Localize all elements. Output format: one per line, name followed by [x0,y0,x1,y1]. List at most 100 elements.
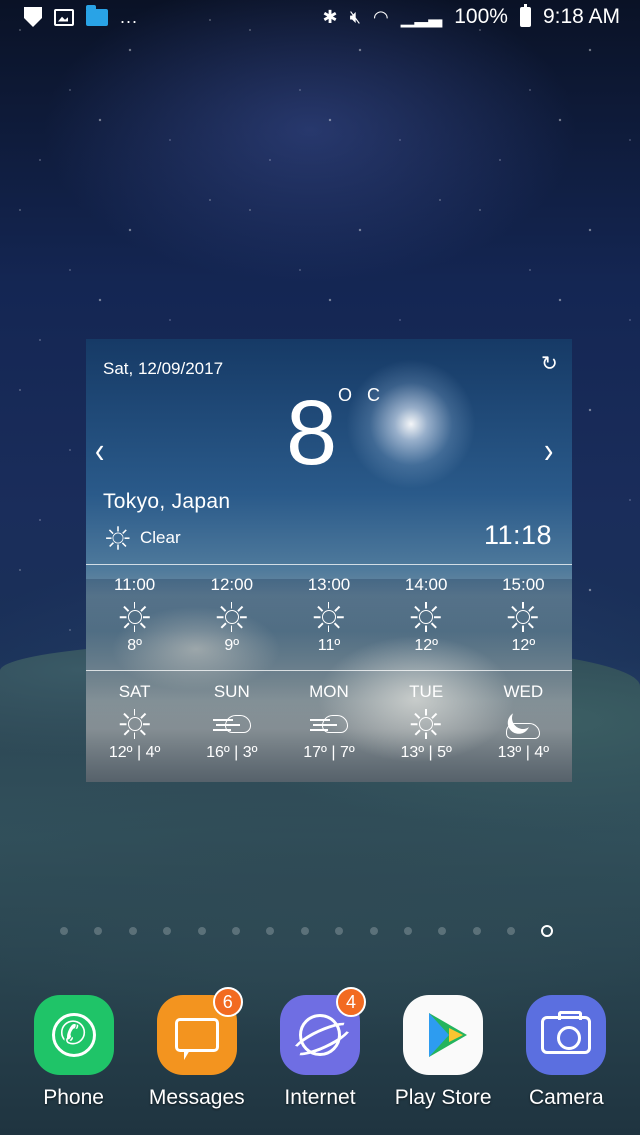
daily-item: WED 13º | 4º [478,682,568,762]
battery-icon [519,4,531,27]
notification-badge: 4 [335,987,366,1017]
sun-icon [216,602,247,632]
page-dot[interactable] [507,927,516,935]
app-label: Play Store [394,1086,492,1109]
page-dot[interactable] [60,927,68,935]
page-dot[interactable] [438,927,447,935]
notification-area[interactable]: ... [24,4,139,28]
folder-icon [86,4,108,26]
day-label: WED [503,682,544,701]
app-internet[interactable]: 4 Internet [265,987,375,1110]
page-dot-active[interactable] [541,925,554,937]
hourly-item: 15:00 12º [478,575,568,655]
hourly-item: 11:00 8º [90,575,180,655]
day-temps: 13º | 4º [497,744,550,761]
location-name: Tokyo, Japan [103,490,231,513]
bluetooth-icon: ✱ [322,6,338,27]
widget-time: 11:18 [484,520,553,550]
page-dot[interactable] [231,927,240,935]
day-label: SUN [213,682,250,701]
clock: 9:18 AM [542,5,620,28]
day-label: MON [309,682,349,701]
app-label: Camera [528,1086,604,1109]
condition-label: Clear [140,528,181,547]
previous-location-button[interactable]: ‹ [95,430,104,472]
sun-icon [313,602,344,632]
app-play-store[interactable]: Play Store [388,995,498,1110]
hour-temp: 12º [414,637,438,654]
sun-icon [106,526,130,550]
hour-temp: 11º [317,637,341,654]
page-dot[interactable] [300,927,309,935]
day-temps: 13º | 5º [400,744,452,761]
wind-cloud-icon [309,711,348,737]
sun-icon [119,709,150,739]
current-temperature: 8 [286,382,338,484]
page-dot[interactable] [472,927,481,935]
page-dot[interactable] [369,927,378,935]
signal-icon: ▁▂▃ [400,6,443,27]
moon-cloud-icon [504,707,542,741]
weather-widget[interactable]: Sat, 12/09/2017 ↻ 8 O C ‹ › Tokyo, Japan… [86,339,572,782]
app-phone[interactable]: Phone [19,995,129,1110]
hour-temp: 8º [127,637,142,654]
camera-icon[interactable] [526,995,607,1075]
notification-badge: 6 [212,987,243,1017]
hour-label: 13:00 [307,575,351,594]
app-label: Internet [284,1086,356,1109]
widget-date: Sat, 12/09/2017 [103,359,224,378]
daily-item: SUN 16º | 3º [187,682,277,762]
hourly-item: 12:00 9º [187,575,277,655]
play-store-icon[interactable] [403,995,484,1075]
internet-icon[interactable]: 4 [279,987,366,1075]
shield-icon [24,7,42,27]
current-condition: Clear [103,523,181,553]
day-label: SAT [118,682,151,701]
daily-item: TUE 13º | 5º [381,682,471,762]
hour-label: 12:00 [210,575,254,594]
page-dot[interactable] [94,927,103,935]
app-label: Messages [148,1086,245,1109]
page-dot[interactable] [197,927,206,935]
system-status-area: ✱ 🔇︎ ◠ ▁▂▃ 100% 9:18 AM [322,4,620,29]
next-location-button[interactable]: › [544,430,553,472]
app-label: Phone [43,1086,104,1109]
refresh-icon[interactable]: ↻ [541,351,558,376]
page-dot[interactable] [163,927,172,935]
daily-item: SAT 12º | 4º [90,682,180,762]
page-dot[interactable] [128,927,137,935]
wind-cloud-icon [212,711,251,737]
page-dot[interactable] [266,927,275,935]
page-dot[interactable] [403,927,412,935]
divider [86,670,572,671]
image-icon [54,8,74,26]
divider [86,564,572,565]
messages-icon[interactable]: 6 [156,987,243,1075]
sun-icon [508,602,539,632]
day-label: TUE [409,682,444,701]
app-dock: Phone 6 Messages 4 Internet Play Store C… [0,987,640,1110]
app-camera[interactable]: Camera [511,995,621,1110]
page-dot[interactable] [335,927,344,935]
hourly-item: 14:00 12º [381,575,471,655]
temperature-unit: O C [338,385,386,405]
more-notifications-indicator: ... [120,6,139,27]
sun-icon [410,602,441,632]
daily-forecast: SAT 12º | 4º SUN 16º | 3º MON 17º | 7º T… [86,682,572,762]
hour-label: 14:00 [404,575,448,594]
page-indicator[interactable] [60,925,590,937]
phone-icon[interactable] [33,995,114,1075]
battery-percent: 100% [454,5,508,28]
hour-label: 15:00 [502,575,545,594]
status-bar: ... ✱ 🔇︎ ◠ ▁▂▃ 100% 9:18 AM [0,0,640,34]
sun-icon [410,709,441,739]
app-messages[interactable]: 6 Messages [142,987,252,1110]
hourly-item: 13:00 11º [284,575,374,655]
hour-temp: 12º [511,637,536,654]
day-temps: 12º | 4º [108,744,161,761]
day-temps: 17º | 7º [303,744,355,761]
day-temps: 16º | 3º [206,744,258,761]
mute-icon: 🔇︎ [349,6,361,27]
wifi-icon: ◠ [372,6,389,27]
hour-temp: 9º [224,637,240,654]
